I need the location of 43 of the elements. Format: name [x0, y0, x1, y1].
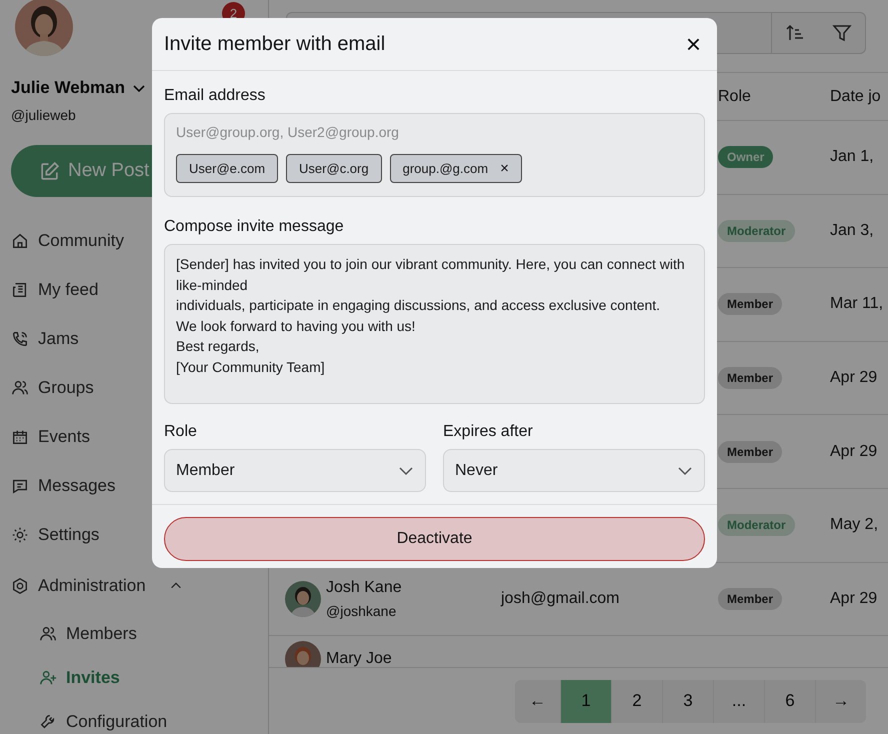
date-joined: Apr 29 [830, 442, 878, 460]
page-button[interactable]: 1 [560, 680, 611, 722]
column-header: Date jo [830, 88, 882, 106]
date-joined: Apr 29 [830, 590, 878, 607]
role-badge: Owner [718, 146, 774, 168]
user-menu[interactable]: Julie Webman [11, 78, 147, 98]
column-header: Role [718, 88, 752, 106]
role-badge: Member [718, 367, 782, 390]
role-badge: Member [718, 440, 782, 463]
nav-item[interactable]: Invites [11, 656, 268, 700]
expires-dropdown[interactable]: Never [443, 449, 705, 492]
date-joined: Jan 1, [830, 148, 874, 166]
nav-item[interactable]: Members [11, 612, 268, 656]
member-name: Mary Joe [326, 650, 392, 668]
email-chip: group.@g.com × [390, 154, 522, 183]
member-handle: @joshkane [326, 602, 398, 619]
date-joined: May 2, [830, 516, 878, 534]
role-badge: Member [718, 293, 782, 316]
email-chip: User@c.org [286, 154, 382, 183]
close-button[interactable]: × [682, 31, 705, 57]
message-field[interactable]: [Sender] has invited you to join our vibrant community. Here, you can connect with like-minded individuals, participate in engaging discussions, and access exclusive content. We look forward to having you with us! Best regards, [Your Community Team] [164, 244, 705, 404]
role-badge: Member [718, 588, 782, 610]
nav-item[interactable]: Administration [11, 559, 268, 612]
user-handle: @julieweb [11, 107, 76, 123]
dialog-title: Invite member with email [164, 32, 386, 56]
email-chip: User@e.com [176, 154, 278, 183]
member-email: josh@gmail.com [501, 590, 620, 607]
role-dropdown[interactable]: Member [164, 449, 426, 492]
deactivate-button[interactable]: Deactivate [164, 517, 705, 561]
email-input[interactable]: User@group.org, User2@group.org [176, 124, 693, 140]
date-joined: Jan 3, [830, 222, 874, 239]
date-joined: Apr 29 [830, 369, 878, 386]
field-label: Expires after [443, 423, 534, 441]
member-name: Josh Kane [326, 578, 402, 597]
email-field[interactable]: User@group.org, User2@group.org User@e.com User@c.org group.@g.com × [164, 113, 705, 197]
nav-item[interactable]: Configuration [11, 700, 268, 734]
remove-button[interactable]: × [500, 160, 509, 177]
field-label: Role [164, 423, 198, 441]
date-joined: Mar 11, [830, 295, 884, 312]
role-badge: Moderator [718, 514, 795, 536]
field-label: Email address [164, 87, 266, 105]
field-label: Compose invite message [164, 218, 345, 236]
role-badge: Moderator [718, 220, 795, 242]
